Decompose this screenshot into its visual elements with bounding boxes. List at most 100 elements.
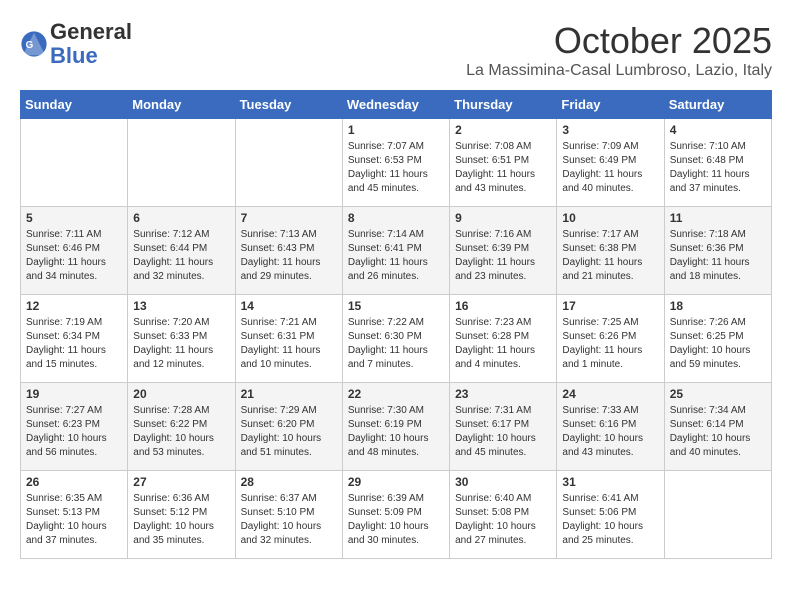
weekday-header-friday: Friday <box>557 91 664 119</box>
calendar-table: SundayMondayTuesdayWednesdayThursdayFrid… <box>20 90 772 559</box>
day-number: 4 <box>670 123 766 137</box>
day-number: 26 <box>26 475 122 489</box>
calendar-cell: 8 Sunrise: 7:14 AM Sunset: 6:41 PM Daylig… <box>342 207 449 295</box>
calendar-cell: 29Sunrise: 6:39 AM Sunset: 5:09 PM Dayli… <box>342 471 449 559</box>
calendar-cell: 28 Sunrise: 6:37 AM Sunset: 5:10 PM Dayli… <box>235 471 342 559</box>
day-info: Sunrise: 6:41 AM Sunset: 5:06 PM Dayligh… <box>562 492 658 548</box>
day-number: 29 <box>348 475 444 489</box>
calendar-cell: 24 Sunrise: 7:33 AM Sunset: 6:16 PM Dayli… <box>557 383 664 471</box>
day-info: Sunrise: 7:11 AM Sunset: 6:46 PM Dayligh… <box>26 228 122 284</box>
calendar-cell: 5 Sunrise: 7:11 AM Sunset: 6:46 PM Daylig… <box>21 207 128 295</box>
day-info: Sunrise: 7:34 AM Sunset: 6:14 PM Dayligh… <box>670 404 766 460</box>
calendar-cell: 16Sunrise: 7:23 AM Sunset: 6:28 PM Dayli… <box>450 295 557 383</box>
calendar-title: October 2025 <box>466 20 772 62</box>
day-info: Sunrise: 6:35 AM Sunset: 5:13 PM Dayligh… <box>26 492 122 548</box>
weekday-header-row: SundayMondayTuesdayWednesdayThursdayFrid… <box>21 91 772 119</box>
weekday-header-tuesday: Tuesday <box>235 91 342 119</box>
day-info: Sunrise: 7:17 AM Sunset: 6:38 PM Dayligh… <box>562 228 658 284</box>
calendar-cell: 21 Sunrise: 7:29 AM Sunset: 6:20 PM Dayli… <box>235 383 342 471</box>
day-info: Sunrise: 6:36 AM Sunset: 5:12 PM Dayligh… <box>133 492 229 548</box>
day-number: 16 <box>455 299 551 313</box>
calendar-cell: 30 Sunrise: 6:40 AM Sunset: 5:08 PM Dayli… <box>450 471 557 559</box>
day-number: 6 <box>133 211 229 225</box>
day-info: Sunrise: 7:20 AM Sunset: 6:33 PM Dayligh… <box>133 316 229 372</box>
week-row-4: 19 Sunrise: 7:27 AM Sunset: 6:23 PM Dayli… <box>21 383 772 471</box>
day-number: 23 <box>455 387 551 401</box>
calendar-cell <box>21 119 128 207</box>
day-number: 31 <box>562 475 658 489</box>
day-number: 30 <box>455 475 551 489</box>
calendar-cell <box>128 119 235 207</box>
calendar-cell: 2 Sunrise: 7:08 AM Sunset: 6:51 PM Daylig… <box>450 119 557 207</box>
weekday-header-saturday: Saturday <box>664 91 771 119</box>
logo-general: General <box>50 19 132 44</box>
week-row-3: 12 Sunrise: 7:19 AM Sunset: 6:34 PM Dayli… <box>21 295 772 383</box>
day-number: 10 <box>562 211 658 225</box>
day-info: Sunrise: 7:08 AM Sunset: 6:51 PM Dayligh… <box>455 140 551 196</box>
calendar-cell: 27 Sunrise: 6:36 AM Sunset: 5:12 PM Dayli… <box>128 471 235 559</box>
day-info: Sunrise: 7:07 AM Sunset: 6:53 PM Dayligh… <box>348 140 444 196</box>
weekday-header-wednesday: Wednesday <box>342 91 449 119</box>
day-number: 24 <box>562 387 658 401</box>
day-number: 8 <box>348 211 444 225</box>
day-number: 21 <box>241 387 337 401</box>
logo-icon: G <box>20 30 48 58</box>
day-number: 9 <box>455 211 551 225</box>
calendar-cell <box>664 471 771 559</box>
day-number: 7 <box>241 211 337 225</box>
calendar-cell: 22 Sunrise: 7:30 AM Sunset: 6:19 PM Dayli… <box>342 383 449 471</box>
day-info: Sunrise: 7:13 AM Sunset: 6:43 PM Dayligh… <box>241 228 337 284</box>
day-info: Sunrise: 7:30 AM Sunset: 6:19 PM Dayligh… <box>348 404 444 460</box>
day-number: 5 <box>26 211 122 225</box>
day-number: 11 <box>670 211 766 225</box>
week-row-1: 1 Sunrise: 7:07 AM Sunset: 6:53 PM Daylig… <box>21 119 772 207</box>
calendar-cell: 13Sunrise: 7:20 AM Sunset: 6:33 PM Dayli… <box>128 295 235 383</box>
weekday-header-thursday: Thursday <box>450 91 557 119</box>
day-info: Sunrise: 7:16 AM Sunset: 6:39 PM Dayligh… <box>455 228 551 284</box>
day-number: 28 <box>241 475 337 489</box>
calendar-cell: 17 Sunrise: 7:25 AM Sunset: 6:26 PM Dayli… <box>557 295 664 383</box>
day-info: Sunrise: 6:40 AM Sunset: 5:08 PM Dayligh… <box>455 492 551 548</box>
week-row-2: 5 Sunrise: 7:11 AM Sunset: 6:46 PM Daylig… <box>21 207 772 295</box>
day-info: Sunrise: 6:37 AM Sunset: 5:10 PM Dayligh… <box>241 492 337 548</box>
day-info: Sunrise: 7:29 AM Sunset: 6:20 PM Dayligh… <box>241 404 337 460</box>
day-number: 22 <box>348 387 444 401</box>
day-info: Sunrise: 7:25 AM Sunset: 6:26 PM Dayligh… <box>562 316 658 372</box>
header: G General Blue October 2025 La Massimina… <box>20 20 772 80</box>
day-number: 14 <box>241 299 337 313</box>
day-info: Sunrise: 7:12 AM Sunset: 6:44 PM Dayligh… <box>133 228 229 284</box>
logo-blue: Blue <box>50 43 98 68</box>
calendar-cell: 14Sunrise: 7:21 AM Sunset: 6:31 PM Dayli… <box>235 295 342 383</box>
calendar-cell: 15 Sunrise: 7:22 AM Sunset: 6:30 PM Dayli… <box>342 295 449 383</box>
calendar-cell: 9 Sunrise: 7:16 AM Sunset: 6:39 PM Daylig… <box>450 207 557 295</box>
day-info: Sunrise: 7:22 AM Sunset: 6:30 PM Dayligh… <box>348 316 444 372</box>
svg-text:G: G <box>26 40 34 51</box>
day-number: 19 <box>26 387 122 401</box>
calendar-cell: 12 Sunrise: 7:19 AM Sunset: 6:34 PM Dayli… <box>21 295 128 383</box>
day-number: 15 <box>348 299 444 313</box>
weekday-header-sunday: Sunday <box>21 91 128 119</box>
day-number: 2 <box>455 123 551 137</box>
day-info: Sunrise: 7:09 AM Sunset: 6:49 PM Dayligh… <box>562 140 658 196</box>
calendar-cell: 23 Sunrise: 7:31 AM Sunset: 6:17 PM Dayli… <box>450 383 557 471</box>
day-number: 25 <box>670 387 766 401</box>
day-info: Sunrise: 7:10 AM Sunset: 6:48 PM Dayligh… <box>670 140 766 196</box>
day-info: Sunrise: 7:14 AM Sunset: 6:41 PM Dayligh… <box>348 228 444 284</box>
day-number: 27 <box>133 475 229 489</box>
calendar-cell: 1 Sunrise: 7:07 AM Sunset: 6:53 PM Daylig… <box>342 119 449 207</box>
title-block: October 2025 La Massimina-Casal Lumbroso… <box>466 20 772 80</box>
day-info: Sunrise: 7:33 AM Sunset: 6:16 PM Dayligh… <box>562 404 658 460</box>
day-number: 12 <box>26 299 122 313</box>
calendar-cell: 26 Sunrise: 6:35 AM Sunset: 5:13 PM Dayli… <box>21 471 128 559</box>
day-info: Sunrise: 7:27 AM Sunset: 6:23 PM Dayligh… <box>26 404 122 460</box>
logo-text: General Blue <box>50 20 132 68</box>
day-info: Sunrise: 7:19 AM Sunset: 6:34 PM Dayligh… <box>26 316 122 372</box>
calendar-cell: 6 Sunrise: 7:12 AM Sunset: 6:44 PM Daylig… <box>128 207 235 295</box>
calendar-subtitle: La Massimina-Casal Lumbroso, Lazio, Ital… <box>466 62 772 80</box>
week-row-5: 26 Sunrise: 6:35 AM Sunset: 5:13 PM Dayli… <box>21 471 772 559</box>
day-info: Sunrise: 7:18 AM Sunset: 6:36 PM Dayligh… <box>670 228 766 284</box>
day-number: 17 <box>562 299 658 313</box>
day-number: 1 <box>348 123 444 137</box>
day-info: Sunrise: 7:31 AM Sunset: 6:17 PM Dayligh… <box>455 404 551 460</box>
day-info: Sunrise: 7:26 AM Sunset: 6:25 PM Dayligh… <box>670 316 766 372</box>
